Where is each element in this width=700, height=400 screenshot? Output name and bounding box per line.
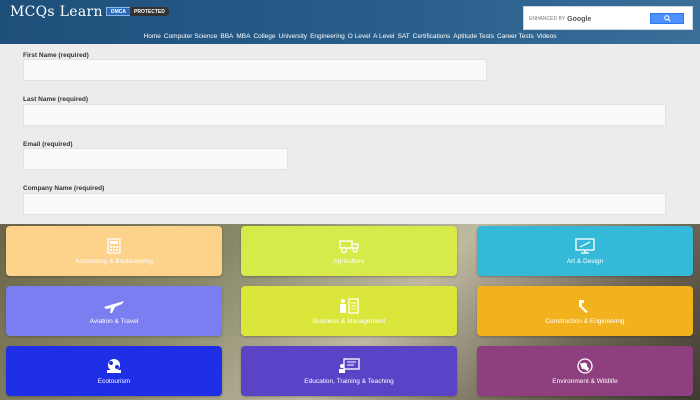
business-icon — [338, 297, 360, 314]
nav-item-videos[interactable]: Videos — [537, 33, 557, 43]
nav-item-mba[interactable]: MBA — [236, 33, 250, 43]
category-tile-art-design[interactable]: Art & Design — [477, 226, 693, 276]
category-label: Business & Management — [312, 317, 386, 325]
category-label: Education, Training & Teaching — [304, 377, 394, 385]
category-tile-agriculture[interactable]: Agriculture — [241, 226, 457, 276]
airplane-icon — [103, 298, 125, 314]
search-icon — [663, 15, 671, 22]
category-label: Environment & Wildlife — [552, 377, 618, 385]
globe-people-icon — [103, 358, 125, 374]
category-tile-business[interactable]: Business & Management — [241, 286, 457, 336]
category-label: Agriculture — [333, 257, 365, 265]
nav-item-sat[interactable]: SAT — [398, 33, 410, 43]
monitor-icon — [574, 237, 596, 254]
category-label: Construction & Engineering — [545, 317, 625, 325]
site-logo[interactable]: MCQs Learn — [10, 4, 103, 20]
main-nav: Home Computer Science BBA MBA College Un… — [0, 33, 700, 43]
dmca-badge[interactable]: DMCA — [106, 7, 131, 16]
earth-icon — [574, 357, 596, 374]
search-button[interactable] — [650, 13, 684, 24]
category-tile-aviation[interactable]: Aviation & Travel — [6, 286, 222, 336]
nav-item-aptitude-tests[interactable]: Aptitude Tests — [453, 33, 494, 43]
category-tile-ecotourism[interactable]: Ecotourism — [6, 346, 222, 396]
wrench-icon — [574, 298, 596, 314]
nav-item-university[interactable]: University — [279, 33, 308, 43]
company-field[interactable] — [23, 193, 666, 215]
category-label: Accounting & Bookkeeping — [75, 257, 153, 265]
nav-item-computer-science[interactable]: Computer Science — [164, 33, 217, 43]
category-label: Ecotourism — [97, 377, 131, 385]
category-label: Aviation & Travel — [89, 317, 139, 325]
nav-item-a-level[interactable]: A Level — [373, 33, 394, 43]
nav-item-career-tests[interactable]: Career Tests — [497, 33, 534, 43]
google-brand: Google — [567, 15, 592, 23]
last-name-field[interactable] — [23, 104, 666, 126]
category-label: Art & Design — [566, 257, 604, 265]
email-field[interactable] — [23, 148, 288, 170]
first-name-label: First Name (required) — [23, 52, 89, 59]
company-label: Company Name (required) — [23, 185, 105, 192]
contact-form: First Name (required) Last Name (require… — [0, 44, 700, 224]
nav-item-bba[interactable]: BBA — [220, 33, 233, 43]
email-label: Email (required) — [23, 141, 73, 148]
calculator-icon — [103, 237, 125, 254]
last-name-label: Last Name (required) — [23, 96, 89, 103]
first-name-field[interactable] — [23, 59, 487, 81]
nav-item-o-level[interactable]: O Level — [348, 33, 370, 43]
category-tile-construction[interactable]: Construction & Engineering — [477, 286, 693, 336]
site-header: MCQs Learn DMCA PROTECTED ENHANCED BY Go… — [0, 0, 700, 44]
nav-item-engineering[interactable]: Engineering — [310, 33, 345, 43]
search-prefix: ENHANCED BY — [529, 16, 566, 22]
search-input[interactable]: ENHANCED BY Google — [529, 12, 647, 26]
category-tile-education[interactable]: Education, Training & Teaching — [241, 346, 457, 396]
google-search-box: ENHANCED BY Google — [523, 6, 693, 30]
category-tile-accounting[interactable]: Accounting & Bookkeeping — [6, 226, 222, 276]
protected-badge[interactable]: PROTECTED — [130, 7, 169, 16]
teacher-icon — [338, 357, 360, 374]
nav-item-college[interactable]: College — [253, 33, 275, 43]
nav-item-certifications[interactable]: Certifications — [413, 33, 451, 43]
category-tile-environment[interactable]: Environment & Wildlife — [477, 346, 693, 396]
category-grid: Accounting & Bookkeeping Agriculture Art… — [0, 224, 700, 400]
tractor-icon — [338, 238, 360, 254]
nav-item-home[interactable]: Home — [144, 33, 161, 43]
